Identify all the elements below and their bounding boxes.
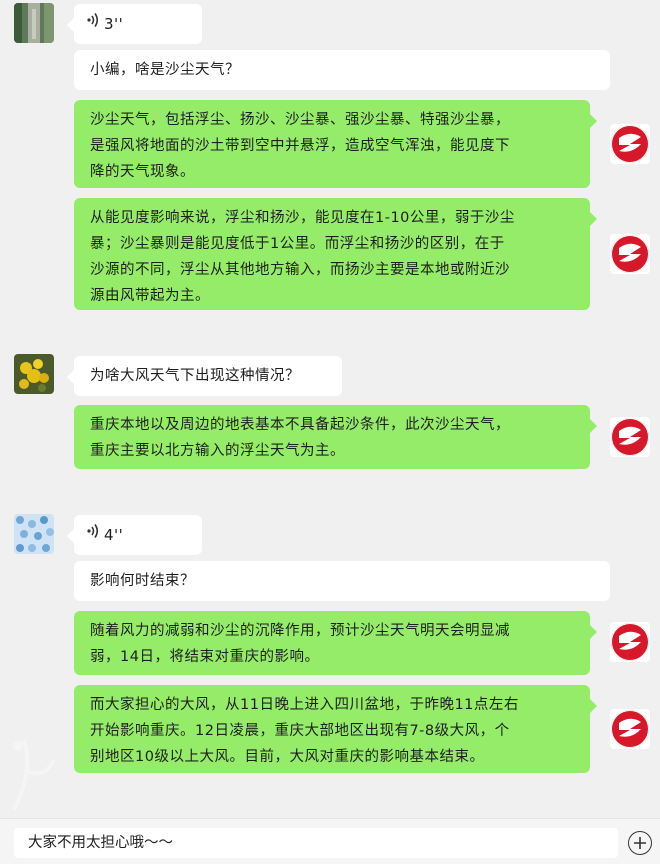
avatar-user-pattern[interactable]	[14, 514, 54, 554]
reply-message-bubble[interactable]: 随着风力的减弱和沙尘的沉降作用，预计沙尘天气明天会明显减 弱，14日，将结束对重…	[74, 611, 597, 675]
message-line: 是强风将地面的沙土带到空中并悬浮，造成空气浑浊，能见度下	[90, 138, 510, 154]
brand-logo-icon	[611, 125, 649, 163]
voice-duration: 4''	[104, 526, 124, 544]
avatar-user-flower[interactable]	[14, 354, 54, 394]
sound-wave-icon	[86, 522, 100, 548]
message-line: 暴；沙尘暴则是能见度低于1公里。而浮尘和扬沙的区别，在于	[90, 236, 505, 252]
brand-logo-icon	[611, 623, 649, 661]
avatar-brand-logo[interactable]	[610, 124, 650, 164]
message-text: 为啥大风天气下出现这种情况？	[90, 368, 300, 384]
brand-logo-icon	[611, 710, 649, 748]
voice-message-bubble[interactable]: 3''	[67, 4, 202, 44]
text-message-bubble[interactable]: 影响何时结束？	[74, 561, 610, 601]
message-input-bar: 大家不用太担心哦～～	[0, 818, 660, 864]
plus-circle-icon[interactable]	[628, 831, 652, 855]
reply-message-bubble[interactable]: 从能见度影响来说，浮尘和扬沙，能见度在1-10公里，弱于沙尘 暴；沙尘暴则是能见…	[74, 198, 597, 310]
reply-message-bubble[interactable]: 而大家担心的大风，从11日晚上进入四川盆地，于昨晚11点左右 开始影响重庆。12…	[74, 685, 597, 773]
message-line: 开始影响重庆。12日凌晨，重庆大部地区出现有7-8级大风，个	[90, 723, 510, 739]
avatar-brand-logo[interactable]	[610, 622, 650, 662]
sound-wave-icon	[86, 11, 100, 37]
message-line: 沙尘天气，包括浮尘、扬沙、沙尘暴、强沙尘暴、特强沙尘暴，	[90, 112, 510, 128]
message-input-text: 大家不用太担心哦～～	[28, 835, 173, 851]
brand-logo-icon	[611, 235, 649, 273]
brand-logo-icon	[611, 418, 649, 456]
avatar-brand-logo[interactable]	[610, 709, 650, 749]
avatar-brand-logo[interactable]	[610, 234, 650, 274]
voice-duration: 3''	[104, 15, 124, 33]
message-line: 源由风带起为主。	[90, 288, 210, 304]
text-message-bubble[interactable]: 小编，啥是沙尘天气？	[74, 50, 610, 90]
message-line: 别地区10级以上大风。目前，大风对重庆的影响基本结束。	[90, 749, 485, 765]
message-line: 从能见度影响来说，浮尘和扬沙，能见度在1-10公里，弱于沙尘	[90, 210, 515, 226]
watermark-logo	[4, 730, 64, 820]
message-line: 沙源的不同，浮尘从其他地方输入，而扬沙主要是本地或附近沙	[90, 262, 510, 278]
reply-message-bubble[interactable]: 重庆本地以及周边的地表基本不具备起沙条件，此次沙尘天气， 重庆主要以北方输入的浮…	[74, 405, 597, 469]
text-message-bubble[interactable]: 为啥大风天气下出现这种情况？	[67, 356, 342, 396]
reply-message-bubble[interactable]: 沙尘天气，包括浮尘、扬沙、沙尘暴、强沙尘暴、特强沙尘暴， 是强风将地面的沙土带到…	[74, 100, 597, 188]
message-text: 影响何时结束？	[90, 573, 195, 589]
message-line: 重庆本地以及周边的地表基本不具备起沙条件，此次沙尘天气，	[90, 417, 510, 433]
message-line: 随着风力的减弱和沙尘的沉降作用，预计沙尘天气明天会明显减	[90, 623, 510, 639]
avatar-brand-logo[interactable]	[610, 417, 650, 457]
avatar-user-tree[interactable]	[14, 3, 54, 43]
message-line: 弱，14日，将结束对重庆的影响。	[90, 649, 320, 665]
message-text: 小编，啥是沙尘天气？	[90, 62, 240, 78]
message-line: 重庆主要以北方输入的浮尘天气为主。	[90, 443, 345, 459]
message-line: 而大家担心的大风，从11日晚上进入四川盆地，于昨晚11点左右	[90, 697, 519, 713]
message-input[interactable]: 大家不用太担心哦～～	[14, 828, 618, 858]
voice-message-bubble[interactable]: 4''	[67, 515, 202, 555]
message-line: 降的天气现象。	[90, 164, 195, 180]
